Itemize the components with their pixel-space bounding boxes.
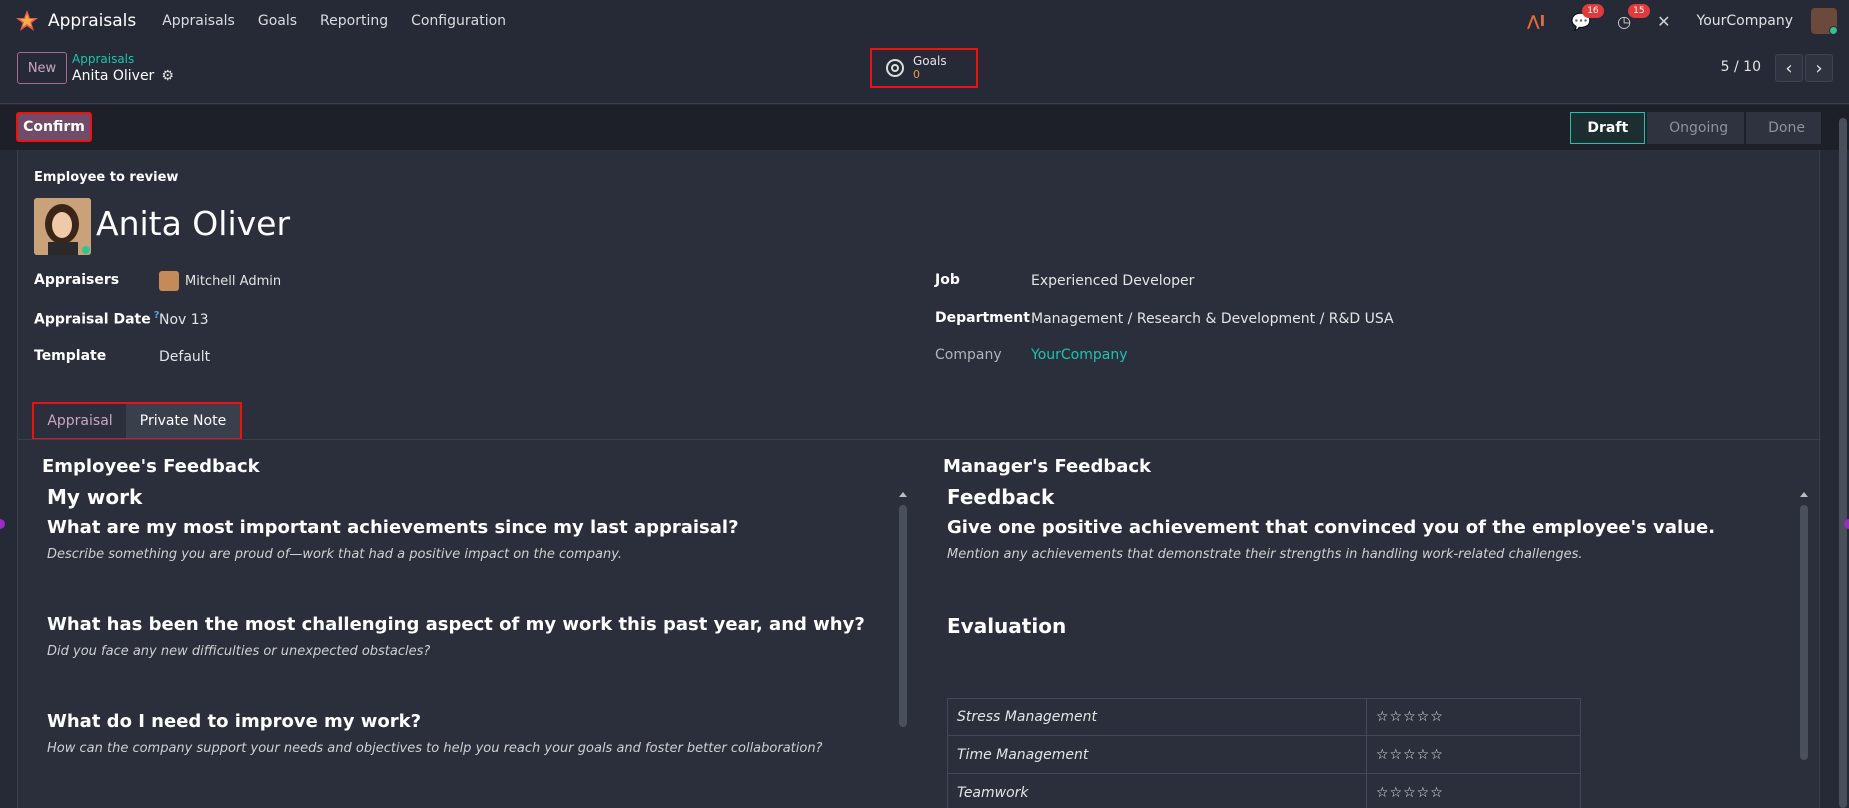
star-rating[interactable]: ☆☆☆☆☆ — [1367, 774, 1580, 808]
notebook-tabs: Appraisal Private Note — [32, 402, 242, 440]
employee-photo[interactable] — [34, 198, 91, 255]
question-3: What do I need to improve my work? — [47, 711, 422, 732]
employee-feedback-editor[interactable]: My work What are my most important achie… — [47, 485, 907, 808]
manager-feedback-title: Manager's Feedback — [943, 456, 1152, 477]
page-scrollbar[interactable] — [1839, 118, 1847, 808]
menu-item-appraisals[interactable]: Appraisals — [162, 13, 235, 29]
manager-hint: Mention any achievements that demonstrat… — [947, 547, 1583, 562]
table-row: Stress Management ☆☆☆☆☆ — [947, 698, 1581, 736]
star-rating[interactable]: ☆☆☆☆☆ — [1367, 699, 1580, 735]
employee-portrait-icon — [34, 198, 91, 255]
breadcrumb-parent[interactable]: Appraisals — [72, 52, 134, 66]
company-field[interactable]: YourCompany — [1031, 347, 1128, 363]
chat-badge: 16 — [1582, 3, 1604, 18]
breadcrumb-current-label: Anita Oliver — [72, 68, 155, 84]
stage-draft[interactable]: Draft — [1570, 112, 1646, 144]
chevron-right-icon: › — [1815, 57, 1823, 79]
job-label: Job — [935, 272, 960, 288]
goals-label: Goals — [913, 54, 947, 68]
chat-icon[interactable]: 💬 16 — [1571, 3, 1604, 31]
template-label: Template — [34, 348, 107, 364]
activity-badge: 15 — [1628, 3, 1650, 18]
tab-divider — [18, 439, 1821, 440]
employee-feedback-title: Employee's Feedback — [42, 456, 260, 477]
eval-criterion: Teamwork — [948, 774, 1367, 808]
tab-appraisal[interactable]: Appraisal — [34, 404, 126, 438]
appraisers-field[interactable]: Mitchell Admin — [159, 271, 281, 291]
left-edge-handle[interactable] — [0, 519, 5, 529]
tools-icon[interactable]: ✕ — [1657, 12, 1670, 31]
table-row: Teamwork ☆☆☆☆☆ — [947, 774, 1581, 808]
right-edge-handle[interactable] — [1844, 519, 1849, 529]
star-rating[interactable]: ☆☆☆☆☆ — [1367, 736, 1580, 773]
stage-pipeline: Draft Ongoing Done — [1568, 112, 1821, 144]
table-row: Time Management ☆☆☆☆☆ — [947, 736, 1581, 774]
navbar-systray: ⋀I 💬 16 ◷ 15 ✕ YourCompany — [1527, 0, 1849, 42]
brand[interactable]: Appraisals — [15, 9, 136, 33]
employee-feedback-scrollbar[interactable] — [899, 505, 907, 727]
clock-icon[interactable]: ◷ 15 — [1617, 3, 1650, 31]
goals-count: 0 — [913, 68, 920, 81]
breadcrumb-current: Anita Oliver ⚙ — [72, 68, 174, 84]
employee-name[interactable]: Anita Oliver — [96, 204, 290, 243]
department-label: Department — [935, 310, 1030, 326]
employee-section-label: Employee to review — [34, 170, 179, 185]
appraisal-date-label-text: Appraisal Date — [34, 311, 151, 328]
pager-previous-button[interactable]: ‹ — [1775, 54, 1803, 82]
feedback-heading: Feedback — [947, 485, 1055, 509]
goals-smart-button[interactable]: Goals 0 — [870, 48, 978, 88]
menu-item-reporting[interactable]: Reporting — [320, 13, 388, 29]
stage-ongoing[interactable]: Ongoing — [1647, 112, 1745, 144]
hint-1: Describe something you are proud of—work… — [47, 547, 623, 562]
appraisal-date-label: Appraisal Date? — [34, 310, 160, 328]
evaluation-heading: Evaluation — [947, 614, 1067, 638]
my-work-heading: My work — [47, 485, 143, 509]
confirm-button[interactable]: Confirm — [16, 112, 92, 142]
ai-icon[interactable]: ⋀I — [1527, 12, 1545, 30]
template-field[interactable]: Default — [159, 349, 210, 365]
pager-value[interactable]: 5 / 10 — [1721, 59, 1761, 75]
gear-icon[interactable]: ⚙ — [161, 68, 174, 84]
question-2: What has been the most challenging aspec… — [47, 614, 865, 635]
company-switcher[interactable]: YourCompany — [1697, 13, 1794, 29]
question-1: What are my most important achievements … — [47, 517, 739, 538]
chevron-left-icon: ‹ — [1785, 57, 1793, 79]
company-label: Company — [935, 347, 1002, 363]
eval-criterion: Stress Management — [948, 699, 1367, 735]
main-menu: Appraisals Goals Reporting Configuration — [162, 13, 529, 29]
menu-item-goals[interactable]: Goals — [258, 13, 297, 29]
app-name: Appraisals — [48, 11, 137, 31]
scroll-up-arrow-icon-right[interactable] — [1800, 492, 1808, 497]
pager-next-button[interactable]: › — [1805, 54, 1833, 82]
target-icon — [886, 59, 904, 77]
hint-3: How can the company support your needs a… — [47, 741, 823, 756]
hint-2: Did you face any new difficulties or une… — [47, 644, 431, 659]
evaluation-table: Stress Management ☆☆☆☆☆ Time Management … — [947, 698, 1581, 808]
top-navbar: Appraisals Appraisals Goals Reporting Co… — [0, 0, 1849, 42]
tab-private-note[interactable]: Private Note — [126, 404, 240, 438]
manager-question: Give one positive achievement that convi… — [947, 517, 1716, 538]
new-button[interactable]: New — [17, 52, 67, 84]
control-panel: New Appraisals Anita Oliver ⚙ Goals 0 5 … — [0, 42, 1849, 104]
online-status-dot — [1829, 26, 1837, 34]
scroll-up-arrow-icon[interactable] — [899, 492, 907, 497]
appraiser-name: Mitchell Admin — [185, 273, 282, 289]
appraisals-star-icon — [16, 10, 38, 31]
manager-feedback-scrollbar[interactable] — [1800, 505, 1808, 760]
job-field[interactable]: Experienced Developer — [1031, 273, 1194, 289]
status-bar: Confirm Draft Ongoing Done — [0, 105, 1849, 150]
department-field[interactable]: Management / Research & Development / R&… — [1031, 311, 1394, 327]
appraisal-date-field[interactable]: Nov 13 — [159, 312, 209, 328]
appraisers-label: Appraisers — [34, 272, 120, 288]
user-avatar[interactable] — [1811, 8, 1837, 34]
stage-done[interactable]: Done — [1746, 112, 1821, 144]
eval-criterion: Time Management — [948, 736, 1367, 773]
appraiser-avatar — [159, 271, 179, 291]
menu-item-configuration[interactable]: Configuration — [411, 13, 506, 29]
